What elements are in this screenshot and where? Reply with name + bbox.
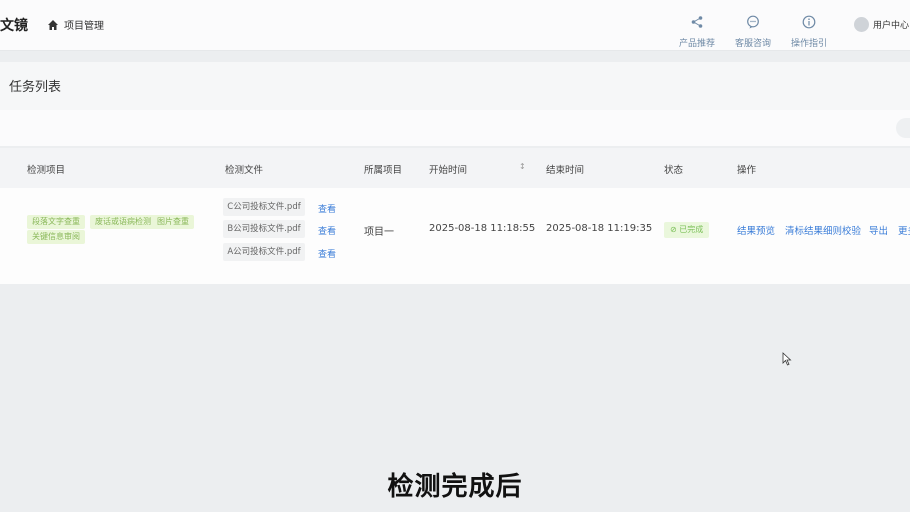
- table-row: 段落文字查重 废话或语病检测 图片查重 关键信息审阅 C公司投标文件.pdf 查…: [0, 188, 910, 285]
- nav-label: 操作指引: [790, 39, 827, 49]
- share-icon: [691, 16, 703, 28]
- start-time-cell: 2025-08-18 11:18:55: [429, 223, 536, 234]
- user-center-label: 用户中心: [873, 21, 910, 31]
- nav-product-recommend[interactable]: 产品推荐: [673, 15, 721, 50]
- nav-project-management[interactable]: 项目管理: [47, 17, 104, 32]
- info-icon: [802, 15, 816, 29]
- page-title: 任务列表: [9, 80, 62, 95]
- column-header: 检测文件: [225, 165, 264, 176]
- top-bar: 文镜 项目管理 产品推荐 客服咨询 操作指引 用户中心: [0, 0, 910, 51]
- toolbar-button[interactable]: [896, 118, 910, 138]
- file-name: A公司投标文件.pdf: [223, 243, 305, 261]
- sort-icon[interactable]: ↕: [519, 162, 526, 171]
- result-preview-link[interactable]: 结果预览: [737, 223, 775, 237]
- export-link[interactable]: 导出: [869, 223, 888, 237]
- column-header: 所属项目: [364, 165, 403, 176]
- view-file-link[interactable]: 查看: [318, 247, 336, 260]
- nav-home-label: 项目管理: [64, 21, 104, 32]
- check-circle-icon: ⊘: [670, 225, 680, 234]
- detection-tag: 关键信息审阅: [27, 230, 85, 244]
- more-link[interactable]: 更多: [898, 223, 910, 237]
- home-icon: [48, 19, 58, 30]
- project-cell: 项目一: [364, 227, 394, 238]
- page-header: 任务列表: [0, 62, 910, 110]
- mouse-cursor-icon: [782, 352, 792, 366]
- file-name: B公司投标文件.pdf: [223, 220, 305, 238]
- user-center[interactable]: 用户中心: [854, 17, 909, 32]
- nav-label: 客服咨询: [734, 39, 771, 49]
- end-time-cell: 2025-08-18 11:19:35: [546, 223, 653, 234]
- nav-customer-service[interactable]: 客服咨询: [729, 15, 777, 50]
- column-header: 结束时间: [546, 165, 585, 176]
- column-header: 开始时间: [429, 165, 468, 176]
- video-subtitle: 检测完成后: [387, 472, 523, 502]
- avatar: [854, 17, 869, 32]
- status-label: 已完成: [679, 225, 704, 234]
- view-file-link[interactable]: 查看: [318, 202, 336, 215]
- rule-check-link[interactable]: 清标结果细则校验: [785, 223, 861, 237]
- nav-operation-guide[interactable]: 操作指引: [785, 15, 833, 50]
- column-header: 状态: [664, 165, 684, 176]
- detection-tag: 段落文字查重: [27, 215, 85, 229]
- table-header: 检测项目 检测文件 所属项目 开始时间 ↕ 结束时间 状态 操作: [0, 148, 910, 188]
- column-header: 操作: [737, 165, 757, 176]
- nav-label: 产品推荐: [678, 39, 715, 49]
- view-file-link[interactable]: 查看: [318, 224, 336, 237]
- toolbar: [0, 110, 910, 146]
- column-header: 检测项目: [27, 165, 66, 176]
- detection-tag: 图片查重: [152, 215, 194, 229]
- detection-tag: 废话或语病检测: [90, 215, 156, 229]
- chat-icon: [747, 15, 759, 29]
- file-name: C公司投标文件.pdf: [223, 198, 305, 216]
- app-brand: 文镜: [0, 18, 28, 34]
- status-badge: ⊘ 已完成: [664, 222, 710, 238]
